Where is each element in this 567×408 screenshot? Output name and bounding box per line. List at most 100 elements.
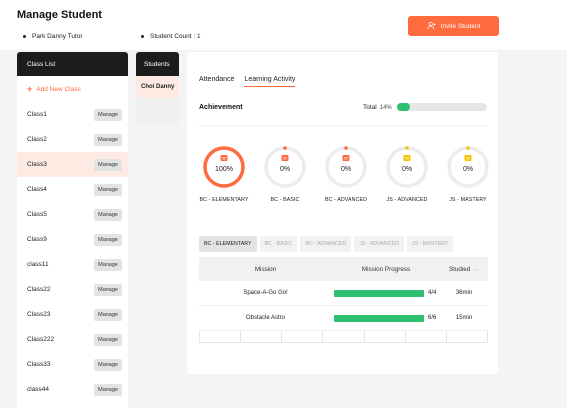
circle-label: JS - MASTERY bbox=[449, 197, 487, 203]
student-item[interactable]: Choi Danny bbox=[136, 76, 179, 98]
achievement-circle: 0% JS - ADVANCED bbox=[382, 144, 432, 203]
circle-value: 0% bbox=[463, 166, 473, 173]
progress-ring: 0% bbox=[386, 146, 428, 188]
achievement-label: Achievement bbox=[199, 104, 243, 111]
header-studied[interactable]: Studied ⋯ bbox=[440, 266, 488, 273]
manage-class-button[interactable]: Manage bbox=[94, 308, 122, 321]
course-subtab[interactable]: BC - BASIC bbox=[259, 236, 298, 252]
course-subtabs: BC - ELEMENTARY BC - BASIC BC - ADVANCED JS… bbox=[199, 236, 454, 252]
mission-progress-bar bbox=[334, 314, 424, 322]
add-new-class-button[interactable]: + Add New Class bbox=[17, 76, 128, 102]
class-list-item[interactable]: Class33 Manage bbox=[17, 352, 128, 377]
course-subtab[interactable]: JS - MASTERY bbox=[406, 236, 454, 252]
class-name: Class4 bbox=[27, 186, 47, 193]
manage-class-button[interactable]: Manage bbox=[94, 108, 122, 121]
class-list-item[interactable]: Class5 Manage bbox=[17, 202, 128, 227]
plus-icon: + bbox=[27, 84, 33, 94]
circle-label: BC - BASIC bbox=[270, 197, 300, 203]
class-list-item[interactable]: Class4 Manage bbox=[17, 177, 128, 202]
class-list-item[interactable]: Class9 Manage bbox=[17, 227, 128, 252]
total-progress-bar bbox=[397, 103, 487, 111]
table-header: Mission Mission Progress Studied ⋯ bbox=[199, 257, 488, 281]
class-list-item[interactable]: Class2 Manage bbox=[17, 127, 128, 152]
class-name: Class1 bbox=[27, 111, 47, 118]
manage-class-button[interactable]: Manage bbox=[94, 283, 122, 296]
header-mission[interactable]: Mission bbox=[199, 266, 332, 273]
add-new-class-label: Add New Class bbox=[36, 85, 81, 93]
class-list-item[interactable]: Class23 Manage bbox=[17, 302, 128, 327]
class-name: Class222 bbox=[27, 336, 55, 343]
class-list-header: Class List bbox=[17, 52, 128, 76]
class-list-panel: Class List + Add New Class Class1 Manage C… bbox=[17, 52, 128, 408]
course-subtab[interactable]: BC - ADVANCED bbox=[300, 236, 352, 252]
book-icon bbox=[403, 155, 411, 161]
section-divider bbox=[199, 125, 487, 126]
total-progress: Total 14% bbox=[363, 104, 392, 111]
invite-student-label: Invite Student bbox=[440, 22, 481, 30]
students-panel: Students Choi Danny bbox=[136, 52, 179, 124]
class-name: Class22 bbox=[27, 286, 51, 293]
class-list-item[interactable]: Class222 Manage bbox=[17, 327, 128, 352]
circle-value: 100% bbox=[215, 166, 233, 173]
manage-class-button[interactable]: Manage bbox=[94, 383, 122, 396]
students-header: Students bbox=[136, 52, 179, 76]
mission-name: Space-A-Go Go! bbox=[243, 290, 288, 296]
progress-ring: 100% bbox=[203, 146, 245, 188]
class-list: Class1 Manage Class2 Manage Class3 Manage Clas… bbox=[17, 102, 128, 402]
student-count-info: Student Count : 1 bbox=[141, 33, 201, 40]
bullet-dot bbox=[141, 34, 144, 38]
mission-progress-fraction: 6/6 bbox=[428, 315, 437, 321]
manage-class-button[interactable]: Manage bbox=[94, 333, 122, 346]
class-list-item[interactable]: Class22 Manage bbox=[17, 277, 128, 302]
total-label: Total bbox=[363, 104, 377, 111]
table-body: Space-A-Go Go! 4/4 36min Obstacle Astro 6/6 1… bbox=[199, 281, 488, 331]
mission-progress: 4/4 bbox=[332, 289, 440, 297]
student-count: Student Count : 1 bbox=[150, 33, 201, 40]
achievement-circles: 100% BC - ELEMENTARY 0% BC - BASIC 0% BC - AD… bbox=[199, 144, 489, 214]
book-icon bbox=[342, 155, 350, 161]
manage-class-button[interactable]: Manage bbox=[94, 133, 122, 146]
table-row[interactable]: Space-A-Go Go! 4/4 36min bbox=[199, 281, 488, 306]
manage-class-button[interactable]: Manage bbox=[94, 183, 122, 196]
header-mission-progress[interactable]: Mission Progress bbox=[332, 266, 440, 273]
page-title: Manage Student bbox=[17, 9, 102, 21]
course-subtab[interactable]: JS - ADVANCED bbox=[354, 236, 404, 252]
progress-ring: 0% bbox=[447, 146, 489, 188]
detail-tabs: Attendance Learning Activity bbox=[199, 76, 296, 87]
manage-class-button[interactable]: Manage bbox=[94, 233, 122, 246]
mission-table: Mission Mission Progress Studied ⋯ Space… bbox=[199, 257, 488, 343]
class-name: Class5 bbox=[27, 211, 47, 218]
class-list-item[interactable]: class44 Manage bbox=[17, 377, 128, 402]
circle-value: 0% bbox=[341, 166, 351, 173]
sort-icon: ⋯ bbox=[474, 266, 480, 273]
tab-attendance[interactable]: Attendance bbox=[199, 76, 234, 87]
header-studied-label: Studied bbox=[448, 265, 471, 273]
studied-time: 15min bbox=[455, 315, 473, 321]
class-name: Class9 bbox=[27, 236, 47, 243]
class-name: Class33 bbox=[27, 361, 51, 368]
circle-value: 0% bbox=[280, 166, 290, 173]
manage-class-button[interactable]: Manage bbox=[94, 358, 122, 371]
class-name: class11 bbox=[27, 261, 49, 268]
class-name: Class3 bbox=[27, 161, 47, 168]
class-list-item[interactable]: Class3 Manage bbox=[17, 152, 128, 177]
course-subtab[interactable]: BC - ELEMENTARY bbox=[199, 236, 257, 252]
class-list-item[interactable]: class11 Manage bbox=[17, 252, 128, 277]
tab-learning-activity[interactable]: Learning Activity bbox=[244, 76, 296, 87]
achievement-circle: 0% JS - MASTERY bbox=[443, 144, 493, 203]
circle-label: JS - ADVANCED bbox=[386, 197, 428, 203]
circle-label: BC - ADVANCED bbox=[324, 197, 368, 203]
book-icon bbox=[281, 155, 289, 161]
student-detail-panel: Attendance Learning Activity Achievement… bbox=[187, 52, 498, 374]
invite-student-button[interactable]: Invite Student bbox=[408, 16, 499, 36]
manage-class-button[interactable]: Manage bbox=[94, 208, 122, 221]
manage-class-button[interactable]: Manage bbox=[94, 258, 122, 271]
total-percent: 14% bbox=[379, 104, 392, 111]
manage-student-page: Manage Student Park Danny Tutor Student … bbox=[0, 0, 567, 408]
book-icon bbox=[220, 155, 228, 161]
manage-class-button[interactable]: Manage bbox=[94, 158, 122, 171]
circle-value: 0% bbox=[402, 166, 412, 173]
class-name: Class2 bbox=[27, 136, 47, 143]
table-row[interactable]: Obstacle Astro 6/6 15min bbox=[199, 306, 488, 331]
class-list-item[interactable]: Class1 Manage bbox=[17, 102, 128, 127]
